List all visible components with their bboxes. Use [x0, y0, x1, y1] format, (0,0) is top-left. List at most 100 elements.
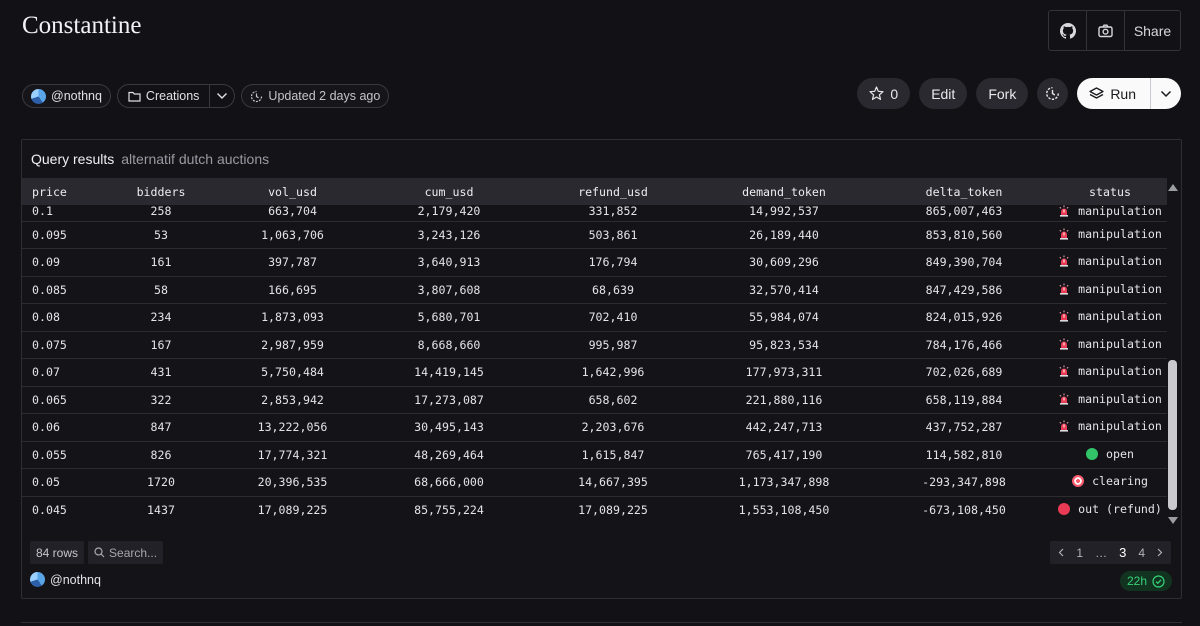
- share-button[interactable]: Share: [1125, 11, 1180, 50]
- column-header-bidders[interactable]: bidders: [102, 178, 220, 205]
- status-badge: manipulation: [1058, 419, 1162, 433]
- prev-page-button[interactable]: [1058, 548, 1064, 557]
- table-row[interactable]: 0.06 847 13,222,056 30,495,143 2,203,676 442,…: [22, 414, 1167, 441]
- cell-demand-token: 177,973,311: [745, 365, 823, 380]
- column-header-cum-usd[interactable]: cum_usd: [365, 178, 533, 205]
- table-row[interactable]: 0.045 1437 17,089,225 85,755,224 17,089,225 1…: [22, 496, 1167, 522]
- table-row[interactable]: 0.07 431 5,750,484 14,419,145 1,642,996 177,9…: [22, 359, 1167, 387]
- page-button-1[interactable]: 1: [1076, 546, 1083, 560]
- status-cell: manipulation: [1053, 205, 1167, 221]
- status-cell: manipulation: [1053, 304, 1167, 332]
- table-row[interactable]: 0.095 53 1,063,706 3,243,126 503,861 26,189,4…: [22, 221, 1167, 249]
- run-button-group: Run: [1077, 78, 1181, 109]
- refresh-age-badge: 22h: [1119, 571, 1172, 591]
- scroll-down-icon[interactable]: [1168, 517, 1178, 524]
- cell-cum-usd: 3,640,913: [417, 255, 481, 270]
- run-button[interactable]: Run: [1077, 78, 1151, 109]
- column-header-demand-token[interactable]: demand_token: [693, 178, 875, 205]
- layers-icon: [1089, 87, 1104, 99]
- alarm-light-icon: [1058, 420, 1070, 432]
- results-table-container: price bidders vol_usd cum_usd refund_usd…: [22, 178, 1167, 522]
- cell-vol-usd: 1,873,093: [261, 310, 324, 325]
- folder-icon: [128, 91, 141, 102]
- cell-delta-token: -673,108,450: [922, 502, 1006, 517]
- status-cell: manipulation: [1053, 359, 1167, 387]
- cell-cum-usd: 2,179,420: [417, 204, 481, 218]
- cell-demand-token: 1,173,347,898: [738, 475, 830, 490]
- cell-demand-token: 30,609,296: [749, 255, 819, 270]
- cell-price: 0.095: [32, 227, 67, 242]
- check-circle-icon: [1152, 574, 1165, 588]
- page-button-current[interactable]: 3: [1119, 545, 1126, 560]
- cell-cum-usd: 85,755,224: [414, 502, 484, 517]
- table-row[interactable]: 0.055 826 17,774,321 48,269,464 1,615,847 765…: [22, 441, 1167, 469]
- cell-price: 0.09: [32, 255, 60, 270]
- github-button[interactable]: [1049, 11, 1087, 50]
- result-author[interactable]: @nothnq: [30, 572, 101, 587]
- table-row[interactable]: 0.065 322 2,853,942 17,273,087 658,602 221,88…: [22, 386, 1167, 414]
- cell-cum-usd: 48,269,464: [414, 447, 484, 462]
- status-label: clearing: [1092, 474, 1148, 489]
- star-icon: [869, 86, 884, 100]
- cell-bidders: 53: [154, 227, 168, 242]
- edit-button[interactable]: Edit: [919, 78, 968, 109]
- cell-vol-usd: 2,853,942: [261, 392, 324, 407]
- author-pill[interactable]: @nothnq: [22, 84, 111, 108]
- status-label: out (refund): [1078, 501, 1162, 516]
- chevron-down-icon: [1160, 90, 1172, 97]
- scroll-up-icon[interactable]: [1168, 184, 1178, 191]
- column-header-refund-usd[interactable]: refund_usd: [533, 178, 693, 205]
- status-badge: manipulation: [1058, 205, 1162, 217]
- page-button-4[interactable]: 4: [1138, 546, 1145, 560]
- table-row[interactable]: 0.08 234 1,873,093 5,680,701 702,410 55,984,0…: [22, 304, 1167, 332]
- status-cell: manipulation: [1053, 386, 1167, 414]
- query-meta-bar: @nothnq Creations Updated 2 days ago: [22, 84, 390, 108]
- table-row[interactable]: 0.09 161 397,787 3,640,913 176,794 30,609,296…: [22, 249, 1167, 276]
- table-row[interactable]: 0.075 167 2,987,959 8,668,660 995,987 95,823,…: [22, 331, 1167, 359]
- next-page-button[interactable]: [1157, 548, 1163, 557]
- status-cell: manipulation: [1053, 276, 1167, 304]
- fork-button[interactable]: Fork: [976, 78, 1029, 109]
- status-badge: manipulation: [1058, 392, 1162, 406]
- column-header-delta-token[interactable]: delta_token: [875, 178, 1053, 205]
- red-circle-icon: [1058, 502, 1071, 515]
- folder-button[interactable]: Creations: [118, 85, 210, 107]
- scrollbar-thumb[interactable]: [1168, 360, 1177, 510]
- table-row[interactable]: 0.05 1720 20,396,535 68,666,000 14,667,395 1,…: [22, 469, 1167, 496]
- cell-bidders: 161: [150, 255, 172, 270]
- column-header-price[interactable]: price: [22, 178, 102, 205]
- cell-demand-token: 95,823,534: [749, 337, 819, 352]
- cell-bidders: 322: [150, 392, 172, 407]
- run-options-button[interactable]: [1151, 78, 1181, 109]
- cell-bidders: 847: [150, 420, 172, 435]
- schedule-button[interactable]: [1037, 78, 1069, 109]
- search-input[interactable]: Search...: [88, 541, 164, 564]
- cell-refund-usd: 503,861: [588, 227, 638, 242]
- cell-delta-token: 702,026,689: [925, 365, 1003, 380]
- status-label: open: [1106, 446, 1134, 461]
- column-header-status[interactable]: status: [1053, 178, 1167, 205]
- column-header-vol-usd[interactable]: vol_usd: [220, 178, 365, 205]
- cell-bidders: 258: [150, 204, 172, 218]
- clock-refresh-icon: [1046, 87, 1060, 100]
- cell-bidders: 1437: [147, 502, 175, 517]
- cell-cum-usd: 3,807,608: [417, 282, 481, 297]
- screenshot-button[interactable]: [1087, 11, 1125, 50]
- cell-price: 0.085: [32, 282, 67, 297]
- cell-demand-token: 442,247,713: [745, 420, 823, 435]
- cell-demand-token: 55,984,074: [749, 310, 819, 325]
- cell-delta-token: 784,176,466: [925, 337, 1003, 352]
- status-label: manipulation: [1078, 254, 1162, 269]
- clock-refresh-icon: [251, 90, 263, 102]
- table-row[interactable]: 0.1 258 663,704 2,179,420 331,852 14,992,537 8…: [22, 205, 1167, 221]
- camera-icon: [1098, 24, 1113, 37]
- table-scrollbar[interactable]: [1167, 184, 1178, 524]
- results-table: price bidders vol_usd cum_usd refund_usd…: [22, 178, 1167, 522]
- table-row[interactable]: 0.085 58 166,695 3,807,608 68,639 32,570,414 8…: [22, 276, 1167, 304]
- star-button[interactable]: 0: [857, 78, 911, 109]
- results-header: Query results alternatif dutch auctions: [22, 140, 1181, 178]
- cell-delta-token: 849,390,704: [925, 255, 1003, 270]
- cell-refund-usd: 658,602: [588, 392, 638, 407]
- cell-demand-token: 14,992,537: [749, 204, 819, 218]
- folder-dropdown-button[interactable]: [209, 85, 234, 107]
